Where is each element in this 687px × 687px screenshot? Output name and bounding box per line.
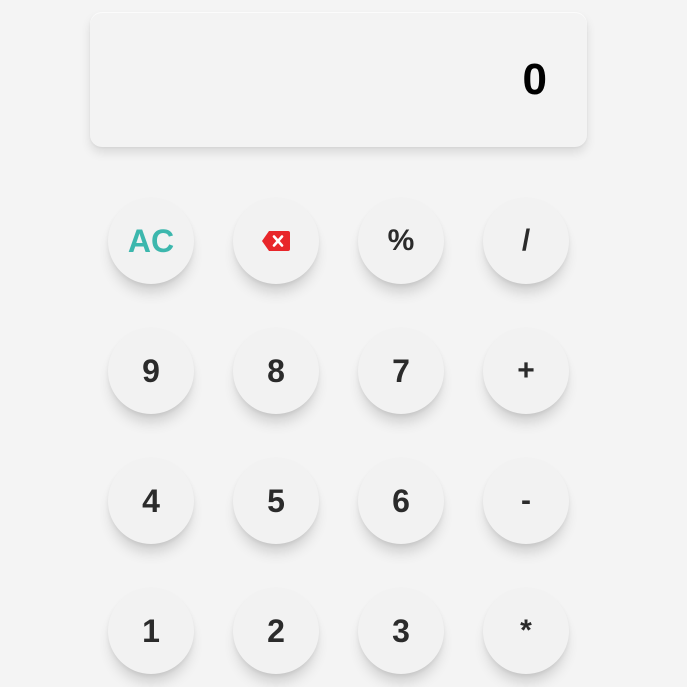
digit-5-button[interactable]: 5 (233, 458, 319, 544)
calculator: 0 AC % / 9 8 7 + 4 5 6 - 1 2 3 * (0, 0, 687, 687)
digit-8-button[interactable]: 8 (233, 328, 319, 414)
backspace-icon (262, 231, 290, 251)
display-panel: 0 (90, 12, 587, 147)
multiply-button[interactable]: * (483, 588, 569, 674)
digit-9-button[interactable]: 9 (108, 328, 194, 414)
digit-4-button[interactable]: 4 (108, 458, 194, 544)
digit-3-button[interactable]: 3 (358, 588, 444, 674)
divide-button[interactable]: / (483, 198, 569, 284)
display-value: 0 (522, 54, 547, 104)
digit-1-button[interactable]: 1 (108, 588, 194, 674)
subtract-button[interactable]: - (483, 458, 569, 544)
digit-6-button[interactable]: 6 (358, 458, 444, 544)
backspace-button[interactable] (233, 198, 319, 284)
digit-7-button[interactable]: 7 (358, 328, 444, 414)
clear-button[interactable]: AC (108, 198, 194, 284)
percent-button[interactable]: % (358, 198, 444, 284)
digit-2-button[interactable]: 2 (233, 588, 319, 674)
add-button[interactable]: + (483, 328, 569, 414)
keypad: AC % / 9 8 7 + 4 5 6 - 1 2 3 * (108, 198, 569, 674)
